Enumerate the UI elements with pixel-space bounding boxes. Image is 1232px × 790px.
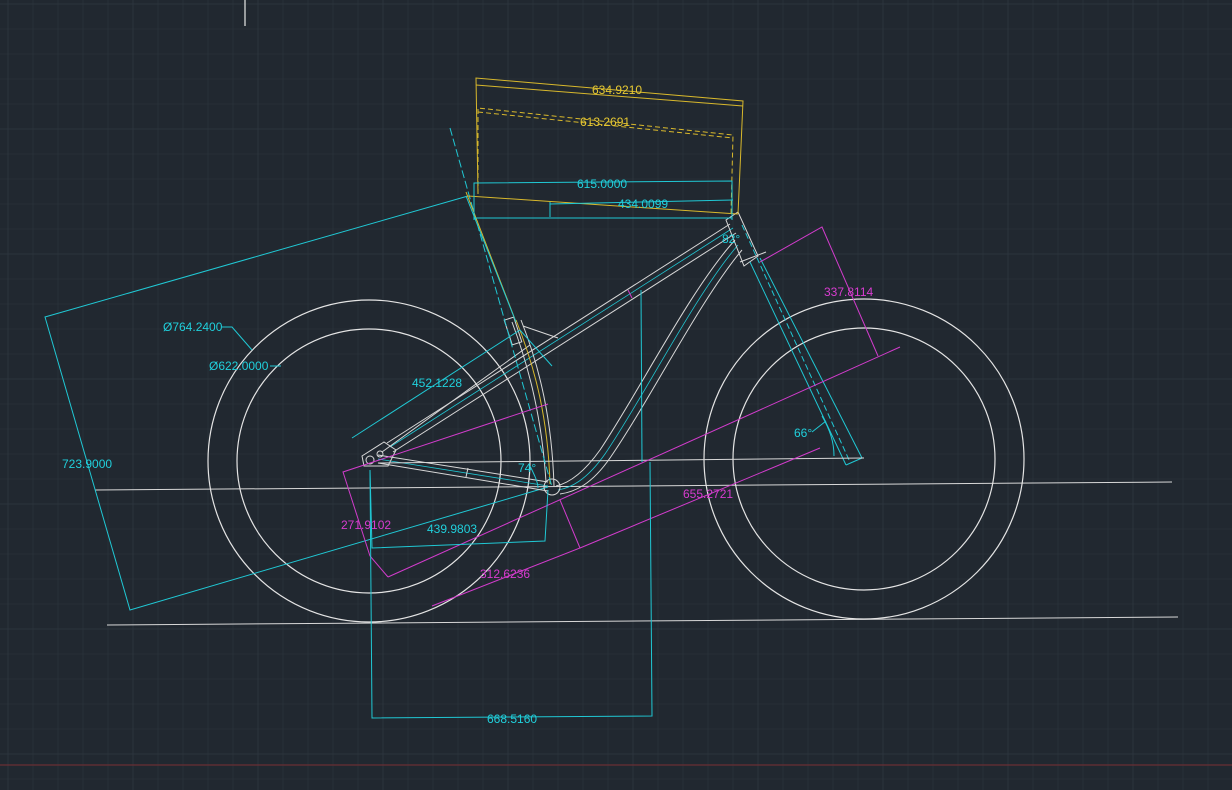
dim-723: 723.9000 [62,457,112,471]
dim-312: 312.6236 [480,567,530,581]
dim-angle-74: 74° [518,461,536,475]
mag-top-tick [627,289,633,299]
dim-439: 439.9803 [427,522,477,536]
cyan-outline-723 [44,195,549,611]
head-angle-leader [811,420,827,433]
top-tube-a [386,223,731,444]
leader-dia-outer [222,326,253,351]
dim-angle-82: 82° [722,232,740,246]
down-tube-c [557,244,739,491]
dim-615: 615.0000 [577,177,627,191]
mag-dim-655-b [369,555,389,578]
dim-434: 434.0099 [618,197,668,211]
dim-655: 655.2721 [683,487,733,501]
down-tube-b [559,249,743,495]
cyan-vertical-mid [640,289,643,463]
dim-613: 613.2691 [580,115,630,129]
dim-634: 634.9210 [592,83,642,97]
top-tube-b [392,232,737,453]
dim-452: 452.1228 [412,376,462,390]
dim-dia-inner: Ø622.0000 [209,359,269,373]
dim-dia-outer: Ø764.2400 [163,320,223,334]
dim-271: 271.9102 [341,518,391,532]
yellow-dim-634 [475,77,744,215]
dim-angle-66: 66° [794,426,812,440]
seat-clamp-bar [522,325,559,339]
cad-drawing-canvas[interactable]: 634.9210 613.2691 615.0000 434.0099 82° … [0,0,1232,790]
top-tube-c [389,227,734,448]
dim-337: 337.8114 [824,285,873,299]
cyan-dim-668 [369,461,653,719]
dim-668: 668.5160 [487,712,537,726]
seat-axis-dashed [449,127,553,488]
ground-line-lower [106,616,1179,626]
